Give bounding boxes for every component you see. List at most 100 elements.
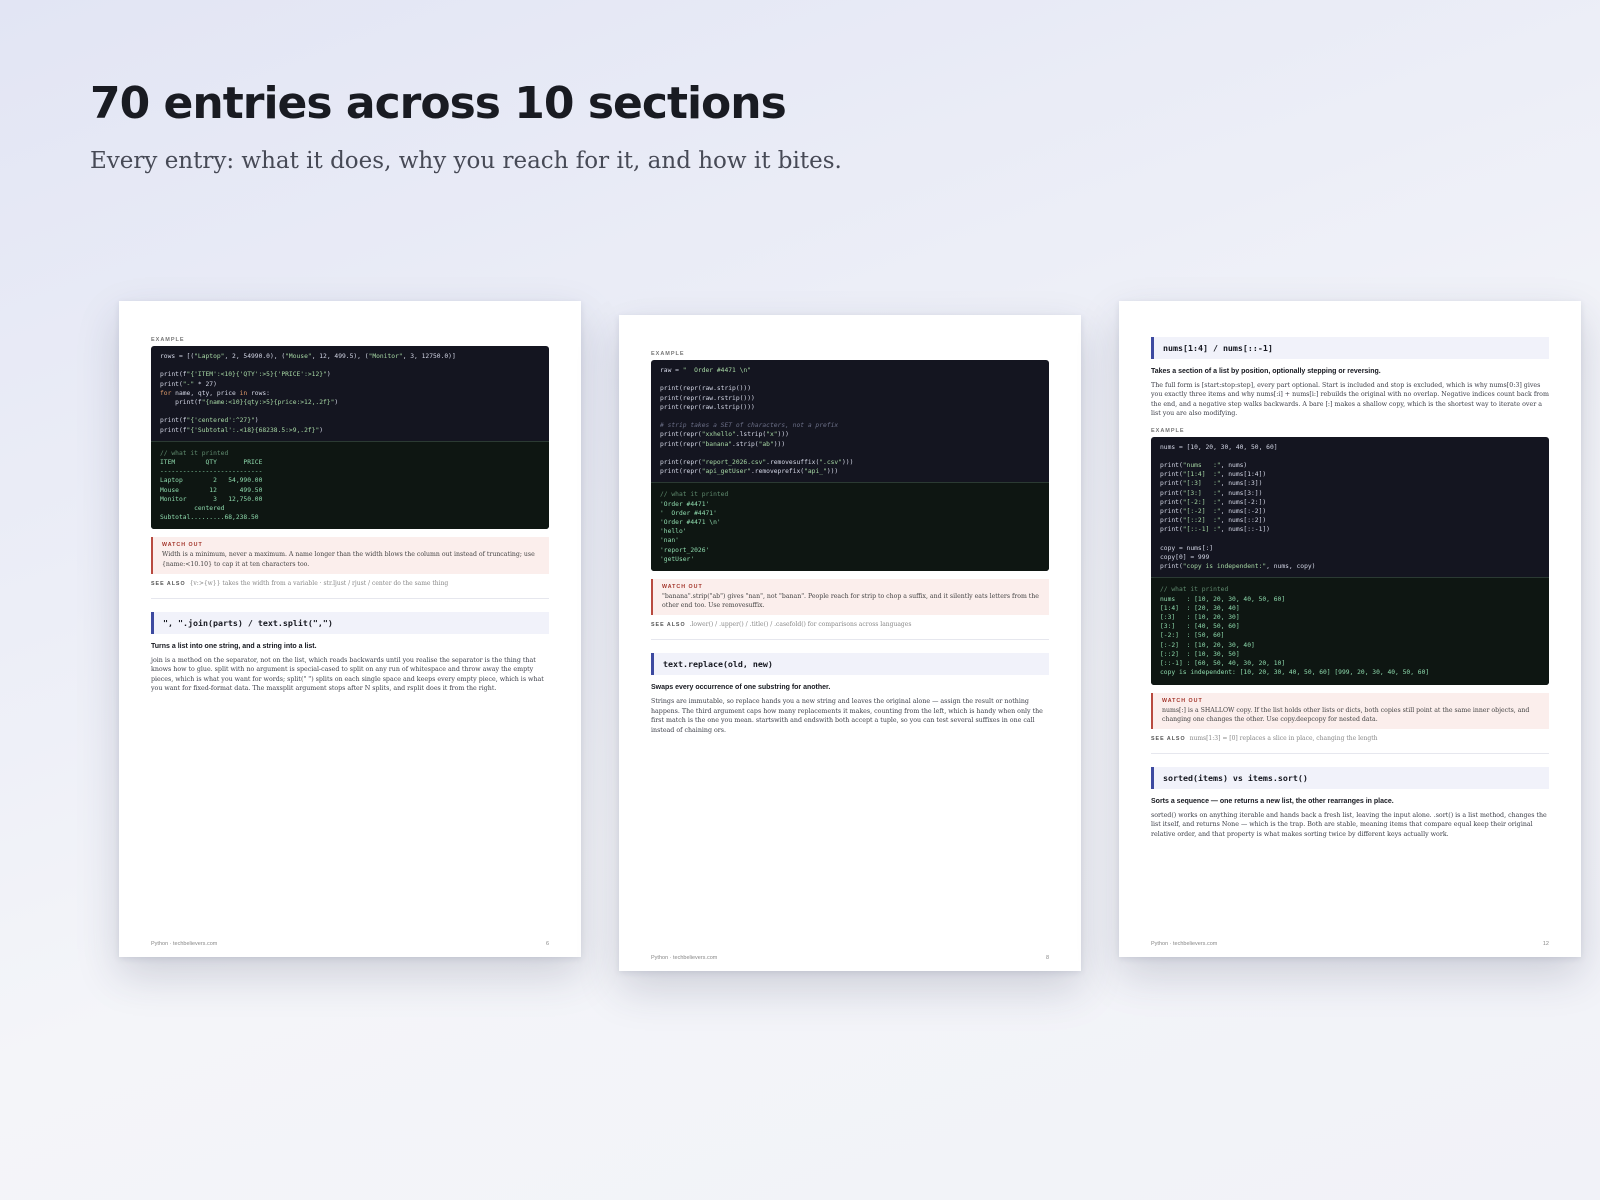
- entry-heading: sorted(items) vs items.sort(): [1151, 766, 1549, 789]
- code-token: , nums[:3]): [1220, 480, 1263, 488]
- code-token: print(: [1160, 480, 1183, 488]
- page-subtitle: Every entry: what it does, why you reach…: [90, 148, 842, 174]
- code-token: "{name:<10}{qty:>5}{price:>12,.2f}": [201, 399, 335, 407]
- divider: [1151, 752, 1549, 754]
- code-token: print(: [1160, 489, 1183, 497]
- see-also-text: {v:>{w}} takes the width from a variable…: [189, 579, 449, 587]
- code-token: print(: [1160, 526, 1183, 534]
- code-token: "[:-2] :": [1182, 508, 1221, 516]
- code-token: print(repr(: [660, 468, 702, 476]
- code-token: print(repr(: [660, 431, 702, 439]
- code-token: "banana": [701, 440, 733, 448]
- code-token: print(: [1160, 471, 1183, 479]
- code-token: ))): [841, 459, 854, 467]
- page-footer: Python · techbelievers.com 8: [651, 955, 1049, 961]
- code-token: nums = [10, 20, 30, 40, 50, 60]: [1160, 443, 1278, 451]
- code-token: "-": [182, 380, 195, 388]
- code-token: print(: [1160, 462, 1183, 470]
- example-label: EXAMPLE: [1151, 427, 1185, 434]
- code-token: "Monitor": [368, 353, 403, 360]
- code-token: print(f: [160, 371, 187, 379]
- example-label: EXAMPLE: [151, 337, 185, 343]
- entry-summary: Takes a section of a list by position, o…: [1151, 368, 1381, 375]
- output-comment: // what it printed: [1160, 586, 1229, 594]
- code-token: print(: [1160, 508, 1183, 516]
- code-token: , nums[:-2]): [1220, 508, 1267, 516]
- code-token: .removeprefix(: [751, 468, 805, 476]
- page-number: 6: [545, 941, 549, 947]
- code-token: "xxhello": [701, 431, 736, 439]
- code-token: ))): [777, 431, 789, 439]
- code-token: , 3, 12750.0)]: [402, 353, 456, 360]
- output-comment: // what it printed: [660, 491, 729, 499]
- document-page-1: EXAMPLE rows = [("Laptop", 2, 54990.0), …: [119, 301, 581, 957]
- code-token: "[1:4] :": [1182, 471, 1221, 479]
- code-token: , nums[::-1]): [1220, 526, 1270, 534]
- code-token: .lstrip(: [735, 431, 767, 439]
- code-token: , 12, 499.5), (: [311, 353, 369, 360]
- footer-source: Python · techbelievers.com: [151, 941, 218, 947]
- watch-out-label: WATCH OUT: [662, 584, 703, 591]
- code-token: copy = nums[:]: [1160, 544, 1214, 552]
- code-token: "[::-1] :": [1182, 526, 1221, 534]
- entry-heading: nums[1:4] / nums[::-1]: [1151, 337, 1549, 359]
- watch-out-text: "banana".strip("ab") gives "nan", not "b…: [662, 593, 1039, 610]
- code-token: print(: [1160, 563, 1183, 571]
- code-token: # strip takes a SET of characters, not a…: [660, 422, 839, 430]
- code-token: "api_": [804, 468, 827, 476]
- code-token: "{'ITEM':<10}{'QTY':>5}{'PRICE':>12}": [186, 371, 327, 379]
- code-token: print(f: [160, 426, 187, 434]
- entry-summary: Sorts a sequence — one returns a new lis…: [1151, 797, 1394, 805]
- see-also-label: SEE ALSO: [1151, 735, 1186, 742]
- output-text: 'Order #4471' ' Order #4471' 'Order #447…: [660, 500, 721, 563]
- code-output: // what it printed ITEM QTY PRICE ------…: [151, 440, 549, 530]
- code-token: "nums :": [1182, 462, 1221, 470]
- page-number: 8: [1045, 955, 1049, 961]
- code-token: "api_getUser": [701, 468, 751, 476]
- footer-source: Python · techbelievers.com: [651, 955, 718, 961]
- entry-heading: ", ".join(parts) / text.split(","): [151, 611, 549, 634]
- example-label: EXAMPLE: [651, 351, 685, 357]
- watch-out-text: Width is a minimum, never a maximum. A n…: [162, 551, 535, 568]
- code-token: "report_2026.csv": [701, 459, 767, 467]
- see-also-text: nums[1:3] = [0] replaces a slice in plac…: [1189, 734, 1378, 742]
- watch-out-text: nums[:] is a SHALLOW copy. If the list h…: [1162, 706, 1530, 723]
- code-token: ): [319, 426, 324, 434]
- code-token: print(: [1160, 498, 1183, 506]
- code-token: ): [254, 417, 259, 425]
- see-also: SEE ALSO .lower() / .upper() / .title() /…: [651, 621, 1049, 628]
- code-token: "[-2:] :": [1182, 498, 1221, 506]
- code-token: print(: [1160, 517, 1183, 525]
- entry-body: The full form is [start:stop:step], ever…: [1151, 382, 1549, 418]
- output-text: ITEM QTY PRICE -------------------------…: [160, 459, 263, 522]
- code-token: , nums, copy): [1266, 563, 1316, 571]
- page-footer: Python · techbelievers.com 6: [151, 941, 549, 947]
- entry-heading: text.replace(old, new): [651, 653, 1049, 676]
- code-block: rows = [("Laptop", 2, 54990.0), ("Mouse"…: [151, 346, 549, 530]
- watch-out-callout: WATCH OUT nums[:] is a SHALLOW copy. If …: [1151, 692, 1549, 729]
- see-also-text: .lower() / .upper() / .title() / .casefo…: [689, 621, 912, 629]
- entry-summary: Turns a list into one string, and a stri…: [151, 642, 317, 650]
- code-token: "[3:] :": [1182, 489, 1221, 497]
- code-token: for: [160, 389, 172, 397]
- code-token: , nums[::2]): [1220, 517, 1267, 525]
- code-token: raw =: [660, 367, 683, 374]
- code-token: print(repr(: [660, 459, 702, 467]
- page-number: 12: [1542, 941, 1549, 947]
- code-token: print(: [160, 380, 183, 388]
- code-token: " Order #4471 \n": [682, 367, 751, 374]
- code-token: "{'centered':^27}": [186, 417, 255, 425]
- output-comment: // what it printed: [160, 449, 229, 457]
- code-block: nums = [10, 20, 30, 40, 50, 60] print("n…: [1151, 436, 1549, 685]
- watch-out-callout: WATCH OUT Width is a minimum, never a ma…: [151, 537, 549, 574]
- code-token: * 27): [194, 380, 217, 388]
- watch-out-callout: WATCH OUT "banana".strip("ab") gives "na…: [651, 579, 1049, 616]
- see-also: SEE ALSO nums[1:3] = [0] replaces a slice…: [1151, 735, 1549, 742]
- code-token: , nums): [1220, 462, 1248, 470]
- code-token: copy[0] = 999: [1160, 554, 1210, 562]
- code-token: "Laptop": [194, 353, 225, 360]
- output-text: nums : [10, 20, 30, 40, 50, 60] [1:4] : …: [1160, 595, 1430, 677]
- divider: [151, 597, 549, 599]
- code-source: nums = [10, 20, 30, 40, 50, 60] print("n…: [1151, 437, 1549, 578]
- code-token: ): [326, 371, 331, 379]
